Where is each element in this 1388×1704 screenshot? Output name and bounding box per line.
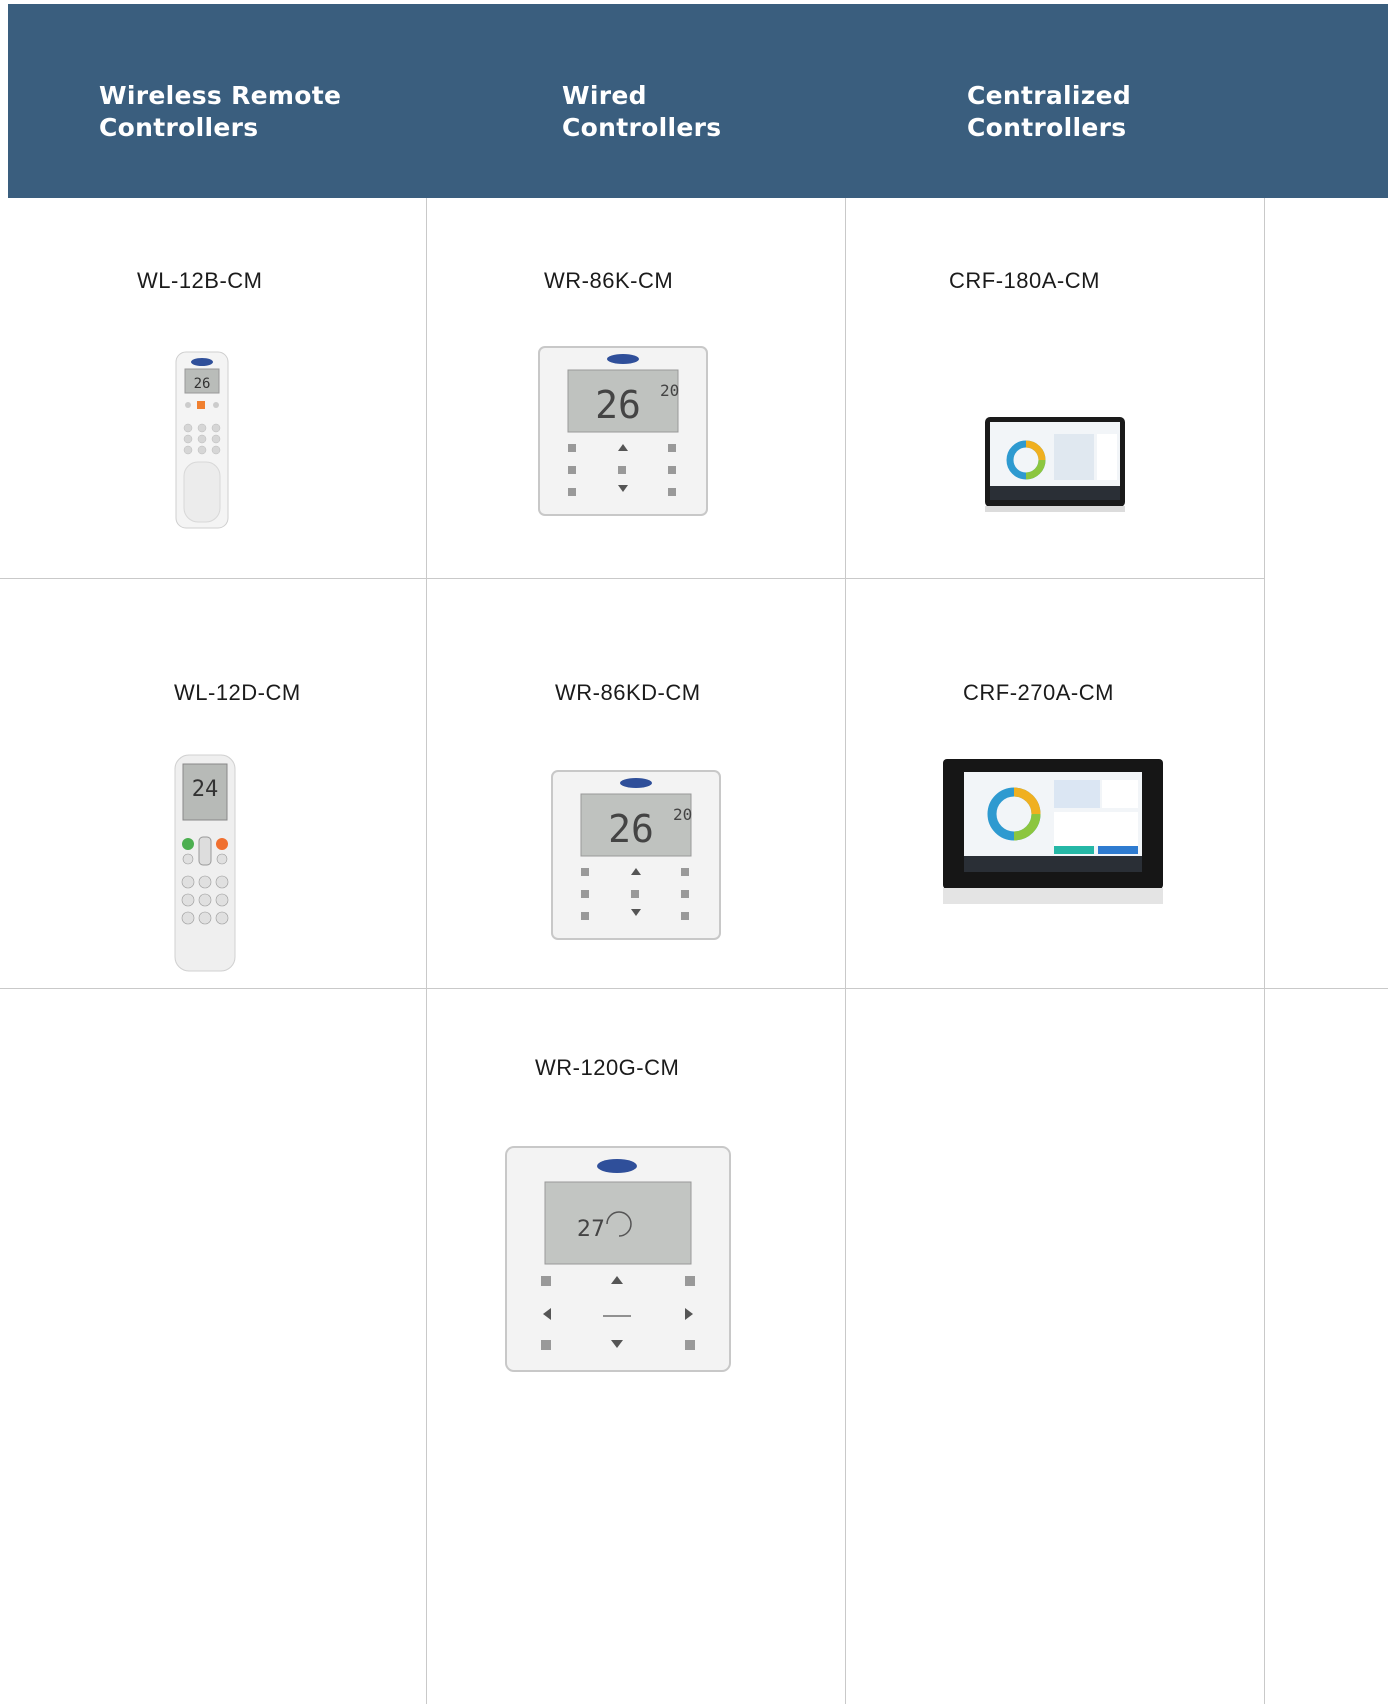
svg-text:26: 26 bbox=[608, 807, 654, 851]
model-label-crf-270a-cm: CRF-270A-CM bbox=[963, 680, 1114, 705]
touchscreen-controller-image bbox=[985, 417, 1125, 512]
model-label-crf-180a-cm: CRF-180A-CM bbox=[949, 268, 1100, 293]
row-divider bbox=[0, 988, 1388, 989]
model-label-wr-86k-cm: WR-86K-CM bbox=[544, 268, 674, 293]
row-divider bbox=[0, 578, 1264, 579]
column-divider bbox=[845, 198, 846, 1704]
column-divider bbox=[426, 198, 427, 1704]
svg-text:27: 27 bbox=[577, 1217, 605, 1242]
wired-controller-image: 26 20 bbox=[538, 346, 708, 516]
svg-text:20: 20 bbox=[660, 381, 679, 400]
svg-text:26: 26 bbox=[595, 383, 641, 427]
svg-text:20: 20 bbox=[673, 805, 692, 824]
touchscreen-controller-image bbox=[943, 759, 1163, 904]
header-wired-controllers: Wired Controllers bbox=[562, 81, 722, 142]
column-divider bbox=[1264, 198, 1265, 1704]
wired-controller-image: 27 bbox=[505, 1146, 731, 1372]
svg-text:26: 26 bbox=[194, 376, 211, 392]
table-header: Wireless Remote Controllers Wired Contro… bbox=[8, 4, 1388, 198]
wired-controller-image: 26 20 bbox=[551, 770, 721, 940]
remote-controller-image: 26 bbox=[175, 351, 229, 529]
remote-controller-image: 24 bbox=[174, 754, 236, 972]
header-centralized-controllers: Centralized Controllers bbox=[967, 81, 1132, 142]
header-wireless-remote-controllers: Wireless Remote Controllers bbox=[99, 81, 342, 142]
model-label-wl-12d-cm: WL-12D-CM bbox=[174, 680, 301, 705]
model-label-wl-12b-cm: WL-12B-CM bbox=[137, 268, 263, 293]
model-label-wr-120g-cm: WR-120G-CM bbox=[535, 1055, 680, 1080]
model-label-wr-86kd-cm: WR-86KD-CM bbox=[555, 680, 701, 705]
svg-text:24: 24 bbox=[192, 777, 219, 802]
